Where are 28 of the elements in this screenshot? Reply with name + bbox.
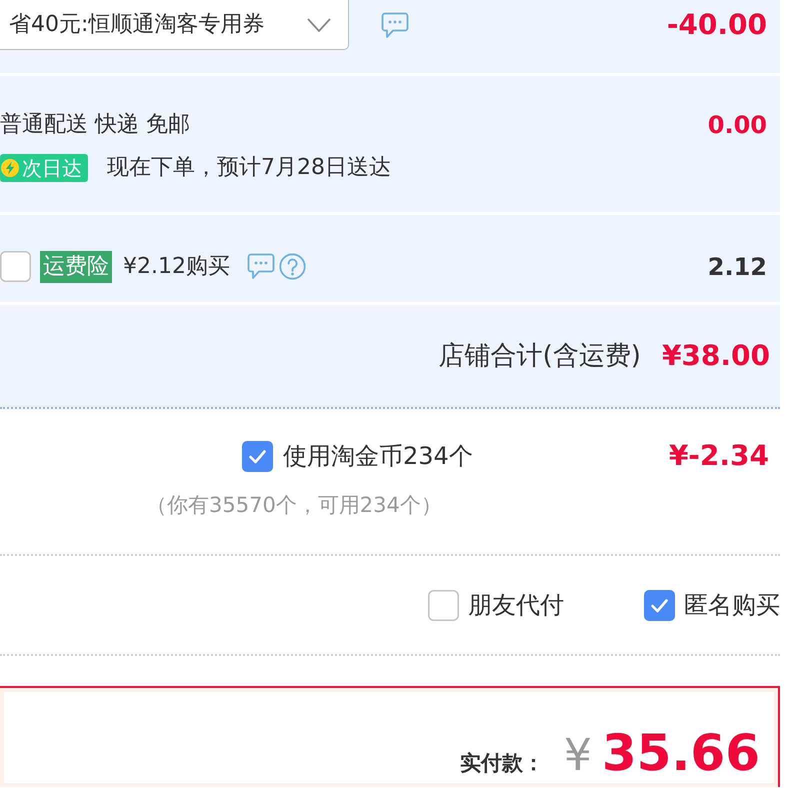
checkbox[interactable] [242,440,273,472]
delivery-method: 普通配送 快递 免邮 [0,111,191,139]
payment-amount: 35.66 [602,728,760,778]
lightning-icon [1,158,19,176]
next-day-label: 次日达 [22,154,82,182]
coins-amount: ¥-2.34 [668,440,769,472]
coins-note: （你有35570个，可用234个） [146,492,443,519]
coupon-select[interactable]: 省40元:恒顺通淘客专用券 [0,0,349,50]
chevron-down-icon [307,18,331,32]
currency-symbol: ¥ [564,734,592,778]
store-total-amount: ¥38.00 [662,338,770,374]
payment-label: 实付款： [460,750,544,776]
delivery-estimate: 现在下单，预计7月28日送达 [107,154,391,182]
chat-bubble-icon[interactable] [381,12,409,38]
shipping-amount: 0.00 [708,110,767,141]
checkbox[interactable] [0,251,31,282]
checkbox[interactable] [644,590,675,620]
chat-bubble-icon[interactable] [246,253,275,280]
insurance-tag: 运费险 [40,250,112,282]
store-total-label: 店铺合计(含运费) [438,340,641,372]
option-label: 朋友代付 [468,590,564,621]
question-circle-icon[interactable] [278,253,306,280]
discount-amount: -40.00 [666,7,767,43]
checkbox[interactable] [428,590,459,620]
insurance-price: ¥2.12购买 [123,253,230,281]
coins-label: 使用淘金币234个 [283,441,473,472]
option-label: 匿名购买 [684,590,780,621]
insurance-amount: 2.12 [708,252,767,282]
